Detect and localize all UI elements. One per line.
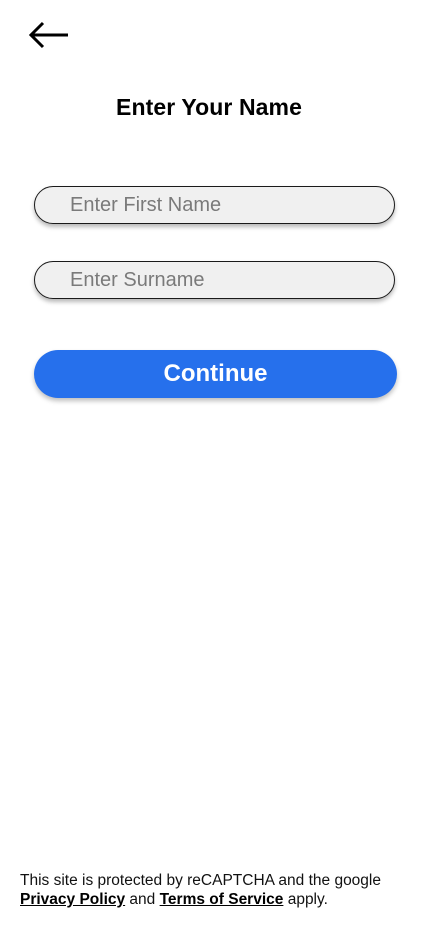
recaptcha-notice: This site is protected by reCAPTCHA and …	[20, 871, 420, 909]
surname-input[interactable]	[34, 261, 395, 299]
back-button[interactable]	[22, 14, 74, 56]
recaptcha-text: This site is protected by reCAPTCHA and …	[20, 872, 381, 889]
recaptcha-and-text: and	[125, 891, 160, 908]
first-name-input[interactable]	[34, 186, 395, 224]
page-title: Enter Your Name	[116, 94, 302, 120]
arrow-left-icon	[28, 21, 68, 49]
continue-button[interactable]: Continue	[34, 350, 397, 398]
terms-of-service-link[interactable]: Terms of Service	[160, 891, 284, 908]
privacy-policy-link[interactable]: Privacy Policy	[20, 891, 125, 908]
recaptcha-end-text: apply.	[283, 891, 328, 908]
